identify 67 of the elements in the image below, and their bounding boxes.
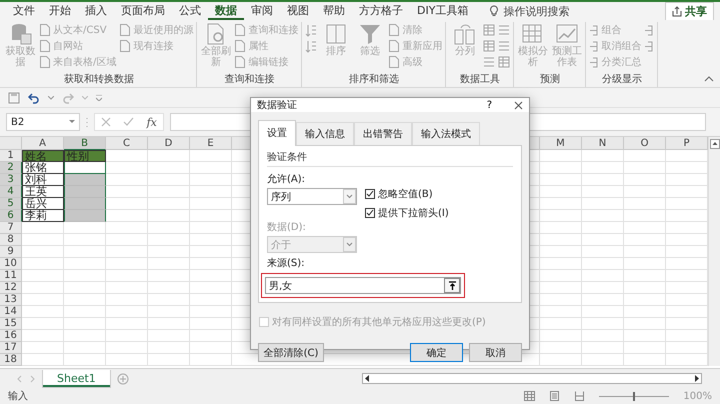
row-header[interactable]: 4	[0, 186, 22, 198]
row-header[interactable]: 10	[0, 258, 22, 270]
group-label: 分级显示	[600, 74, 643, 87]
dialog-tab[interactable]: 输入信息	[296, 122, 354, 145]
dialog-button[interactable]: 取消	[469, 343, 522, 362]
dialog-tab[interactable]: 出错警告	[354, 122, 412, 145]
row-header[interactable]: 6	[0, 210, 22, 222]
menu-tab[interactable]: 方方格子	[352, 2, 410, 20]
menu-tab[interactable]: 视图	[280, 2, 316, 20]
help-button[interactable]: ?	[486, 100, 492, 110]
column-header[interactable]: D	[148, 137, 190, 150]
group-label: 排序和筛选	[348, 74, 400, 87]
checkbox[interactable]: 忽略空值(B)	[365, 187, 449, 201]
dialog-button[interactable]: 全部清除(C)	[258, 343, 324, 362]
column-header[interactable]: O	[624, 137, 666, 150]
dropdown[interactable]: 序列	[267, 188, 357, 205]
menu-tab[interactable]: 文件	[6, 2, 42, 20]
row-header[interactable]: 7	[0, 222, 22, 234]
section-label: 验证条件	[267, 150, 513, 167]
row-header[interactable]: 11	[0, 270, 22, 282]
menu-tab[interactable]: DIY工具箱	[410, 2, 476, 20]
name-box[interactable]: B2	[6, 113, 80, 131]
row-header[interactable]: 14	[0, 306, 22, 318]
menu-tab[interactable]: 数据	[208, 2, 244, 20]
menu-tab[interactable]: 帮助	[316, 2, 352, 20]
menu-tab[interactable]: 审阅	[244, 2, 280, 20]
status-text: 输入	[8, 390, 28, 403]
row-header[interactable]: 18	[0, 354, 22, 366]
column-header[interactable]: C	[106, 137, 148, 150]
row-header[interactable]: 16	[0, 330, 22, 342]
column-header[interactable]: M	[540, 137, 582, 150]
dialog-button[interactable]: 确定	[410, 343, 463, 362]
field-label: 允许(A):	[267, 172, 306, 186]
insert-function-button[interactable]: fx	[146, 116, 157, 128]
dialog-tab[interactable]: 设置	[258, 120, 296, 146]
field-label: 数据(D):	[267, 221, 307, 234]
sheet-tab[interactable]: Sheet1	[42, 370, 111, 388]
column-header[interactable]: A	[22, 137, 64, 150]
row-header[interactable]: 3	[0, 174, 22, 186]
row-header[interactable]: 12	[0, 282, 22, 294]
checkbox[interactable]: 提供下拉箭头(I)	[365, 206, 449, 220]
row-header[interactable]: 8	[0, 234, 22, 246]
row-header[interactable]: 15	[0, 318, 22, 330]
dialog-title: 数据验证	[257, 99, 298, 112]
column-header[interactable]: P	[666, 137, 708, 150]
group-label: 获取和转换数据	[63, 74, 136, 87]
row-header[interactable]: 17	[0, 342, 22, 354]
column-header[interactable]: E	[190, 137, 232, 150]
dialog-tab[interactable]: 输入法模式	[412, 122, 480, 145]
field-label: 来源(S):	[267, 256, 306, 270]
group-label: 查询和连接	[223, 74, 276, 87]
source-field[interactable]: 男,女	[265, 277, 461, 294]
row-header[interactable]: 1	[0, 150, 22, 162]
row-header[interactable]: 9	[0, 246, 22, 258]
row-header[interactable]: 5	[0, 198, 22, 210]
group-label: 数据工具	[458, 74, 501, 87]
menu-tab[interactable]: 插入	[78, 2, 114, 20]
search-field[interactable]: 操作说明搜索	[503, 4, 570, 18]
column-header[interactable]: N	[582, 137, 624, 150]
row-header[interactable]: 2	[0, 162, 22, 174]
menu-tab[interactable]: 页面布局	[114, 2, 172, 20]
menu-tab[interactable]: 公式	[172, 2, 208, 20]
column-header[interactable]: B	[64, 137, 106, 150]
share-button[interactable]: 共享	[665, 2, 714, 20]
group-label: 预测	[538, 74, 561, 87]
row-header[interactable]: 13	[0, 294, 22, 306]
menu-tab[interactable]: 开始	[42, 2, 78, 20]
